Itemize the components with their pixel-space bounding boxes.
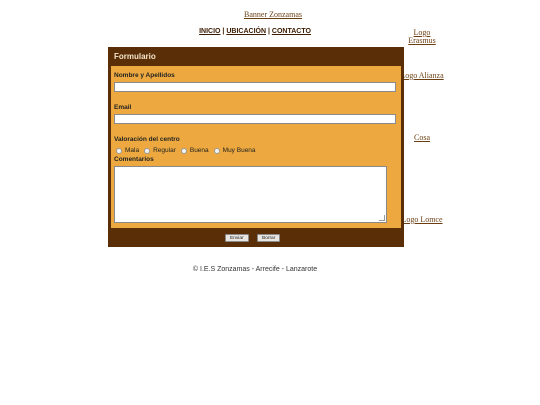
logo-alianza-link[interactable]: Logo Alianza bbox=[400, 72, 444, 80]
reset-button[interactable]: Borrar bbox=[257, 234, 281, 242]
rating-group: Mala Regular Buena Muy Buena bbox=[116, 147, 261, 154]
cosa-link[interactable]: Cosa bbox=[400, 134, 444, 142]
radio-button[interactable] bbox=[116, 147, 122, 154]
resize-grip-icon[interactable] bbox=[379, 215, 385, 221]
rating-option-regular[interactable]: Regular bbox=[144, 147, 176, 154]
nav-item-ubicacion[interactable]: UBICACIÓN bbox=[226, 28, 266, 35]
form-footer bbox=[108, 228, 404, 247]
contact-form: Formulario Nombre y Apellidos Email Valo… bbox=[108, 47, 404, 247]
logo-erasmus-link[interactable]: Logo Erasmus bbox=[400, 29, 444, 45]
radio-label: Regular bbox=[153, 147, 176, 154]
page-footer: © I.E.S Zonzamas - Arrecife - Lanzarote bbox=[192, 266, 318, 273]
radio-label: Muy Buena bbox=[222, 147, 256, 154]
comments-label: Comentarios bbox=[114, 156, 154, 163]
rating-label: Valoración del centro bbox=[114, 136, 180, 143]
email-field[interactable] bbox=[114, 114, 396, 124]
name-label: Nombre y Apellidos bbox=[114, 72, 175, 79]
rating-option-muy-buena[interactable]: Muy Buena bbox=[213, 147, 256, 154]
radio-label: Buena bbox=[189, 147, 209, 154]
email-label: Email bbox=[114, 104, 132, 111]
comments-textarea[interactable] bbox=[114, 166, 387, 223]
rating-option-buena[interactable]: Buena bbox=[180, 147, 209, 154]
radio-label: Mala bbox=[125, 147, 140, 154]
submit-button[interactable]: Enviar bbox=[225, 234, 249, 242]
logo-lomce-link[interactable]: Logo Lomce bbox=[400, 216, 444, 224]
nav-item-contacto[interactable]: CONTACTO bbox=[272, 28, 311, 35]
name-field[interactable] bbox=[114, 82, 396, 92]
rating-option-mala[interactable]: Mala bbox=[116, 147, 139, 154]
main-nav: INICIO | UBICACIÓN | CONTACTO bbox=[160, 28, 350, 35]
radio-button[interactable] bbox=[213, 147, 220, 154]
banner-link[interactable]: Banner Zonzamas bbox=[0, 10, 540, 19]
form-title: Formulario bbox=[114, 52, 156, 61]
nav-separator: | bbox=[222, 28, 225, 35]
nav-item-inicio[interactable]: INICIO bbox=[199, 28, 220, 35]
radio-button[interactable] bbox=[144, 147, 151, 154]
nav-separator: | bbox=[267, 28, 270, 35]
radio-button[interactable] bbox=[180, 147, 187, 154]
form-body: Nombre y Apellidos Email Valoración del … bbox=[111, 66, 401, 228]
